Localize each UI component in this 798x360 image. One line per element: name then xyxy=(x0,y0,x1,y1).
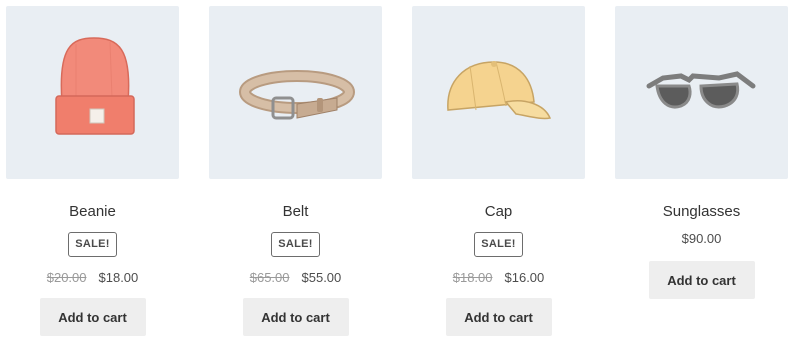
product-grid: Beanie SALE! $20.00 $18.00 Add to cart B… xyxy=(0,0,798,360)
product-card: Belt SALE! $65.00 $55.00 Add to cart xyxy=(209,6,382,336)
original-price: $20.00 xyxy=(46,270,87,285)
product-title[interactable]: Sunglasses xyxy=(663,203,741,221)
product-title[interactable]: Beanie xyxy=(69,203,116,221)
sale-price: $55.00 xyxy=(301,270,342,285)
add-to-cart-button[interactable]: Add to cart xyxy=(39,298,146,336)
original-price: $18.00 xyxy=(452,270,493,285)
product-price: $65.00 $55.00 xyxy=(250,270,342,286)
product-image-sunglasses[interactable] xyxy=(615,6,788,179)
beanie-icon xyxy=(55,37,135,135)
original-price: $65.00 xyxy=(249,270,290,285)
product-image-cap[interactable] xyxy=(412,6,585,179)
belt-icon xyxy=(239,70,355,120)
cap-icon xyxy=(447,61,552,120)
add-to-cart-button[interactable]: Add to cart xyxy=(648,261,755,299)
sale-badge: SALE! xyxy=(474,232,523,257)
product-card: Cap SALE! $18.00 $16.00 Add to cart xyxy=(412,6,585,336)
product-card: Beanie SALE! $20.00 $18.00 Add to cart xyxy=(6,6,179,336)
sunglasses-icon xyxy=(646,71,756,109)
sale-price: $16.00 xyxy=(504,270,545,285)
product-title[interactable]: Belt xyxy=(283,203,309,221)
product-price: $18.00 $16.00 xyxy=(453,270,545,286)
product-price: $20.00 $18.00 xyxy=(47,270,139,286)
regular-price: $90.00 xyxy=(681,231,722,246)
add-to-cart-button[interactable]: Add to cart xyxy=(242,298,349,336)
add-to-cart-button[interactable]: Add to cart xyxy=(445,298,552,336)
product-image-belt[interactable] xyxy=(209,6,382,179)
product-card: Sunglasses $90.00 Add to cart xyxy=(615,6,788,299)
product-title[interactable]: Cap xyxy=(485,203,513,221)
sale-badge: SALE! xyxy=(271,232,320,257)
sale-price: $18.00 xyxy=(98,270,139,285)
sale-badge: SALE! xyxy=(68,232,117,257)
product-price: $90.00 xyxy=(682,231,722,247)
product-image-beanie[interactable] xyxy=(6,6,179,179)
